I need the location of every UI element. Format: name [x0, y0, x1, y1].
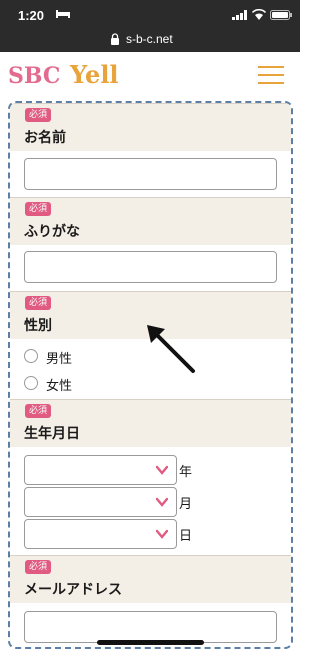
month-unit: 月 — [179, 497, 193, 512]
wifi-icon — [252, 9, 266, 20]
email-input[interactable] — [24, 611, 277, 643]
gender-option-male[interactable]: 男性 — [24, 348, 104, 367]
status-time: 1:20 — [18, 8, 45, 23]
radio-label: 男性 — [46, 352, 73, 367]
lock-icon — [111, 33, 119, 45]
furigana-label: ふりがな — [24, 224, 80, 240]
birth-day-select[interactable] — [24, 519, 177, 549]
birthdate-section-header: 必須 生年月日 — [10, 399, 291, 447]
required-badge: 必須 — [25, 404, 52, 418]
battery-icon — [270, 10, 292, 20]
home-indicator[interactable] — [97, 640, 204, 645]
browser-url[interactable]: s-b-c.net — [126, 32, 173, 46]
birth-year-select[interactable] — [24, 455, 177, 485]
required-badge: 必須 — [25, 108, 52, 122]
radio-label: 女性 — [46, 379, 73, 394]
name-input[interactable] — [24, 158, 277, 190]
birth-month-select[interactable] — [24, 487, 177, 517]
year-unit: 年 — [179, 465, 193, 480]
logo-sbc[interactable]: SBC — [8, 63, 60, 89]
name-label: お名前 — [24, 130, 66, 146]
signal-icon — [232, 10, 247, 20]
radio-button[interactable] — [24, 349, 38, 363]
email-label: メールアドレス — [24, 582, 122, 598]
chevron-down-icon — [156, 529, 168, 539]
birthdate-label: 生年月日 — [24, 426, 80, 442]
bed-icon — [56, 10, 70, 18]
gender-option-female[interactable]: 女性 — [24, 375, 104, 394]
furigana-input[interactable] — [24, 251, 277, 283]
furigana-section-header: 必須 ふりがな — [10, 197, 291, 245]
radio-button[interactable] — [24, 376, 38, 390]
browser-url-bar[interactable]: s-b-c.net — [0, 30, 300, 52]
required-badge: 必須 — [25, 202, 52, 216]
day-unit: 日 — [179, 529, 193, 544]
site-header: SBC Yell — [0, 52, 300, 100]
name-section-header: 必須 お名前 — [10, 103, 291, 151]
arrow-annotation-icon — [147, 325, 195, 373]
gender-label: 性別 — [24, 318, 52, 334]
email-section-header: 必須 メールアドレス — [10, 555, 291, 603]
hamburger-menu-icon[interactable] — [258, 64, 284, 86]
required-badge: 必須 — [25, 296, 52, 310]
chevron-down-icon — [156, 497, 168, 507]
chevron-down-icon — [156, 465, 168, 475]
status-bar: 1:20 — [0, 0, 300, 30]
required-badge: 必須 — [25, 560, 52, 574]
logo-yell[interactable]: Yell — [70, 60, 119, 89]
